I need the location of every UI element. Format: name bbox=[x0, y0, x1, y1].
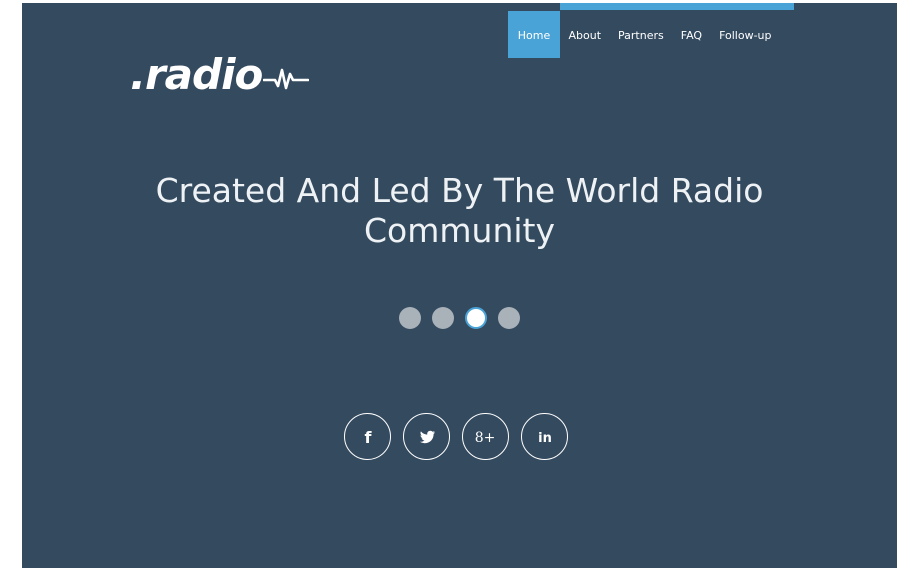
linkedin-link[interactable]: in bbox=[521, 413, 568, 460]
heartbeat-wave-icon bbox=[263, 68, 310, 90]
slider-dot-2[interactable] bbox=[432, 307, 454, 329]
slider-pagination bbox=[399, 307, 520, 329]
slider-dot-4[interactable] bbox=[498, 307, 520, 329]
social-links: f 8+ in bbox=[344, 413, 568, 460]
hero-headline-line1: Created And Led By The World Radio bbox=[155, 171, 764, 210]
nav-item-home[interactable]: Home bbox=[508, 11, 560, 58]
nav-item-partners[interactable]: Partners bbox=[610, 11, 673, 58]
svg-text:8+: 8+ bbox=[475, 430, 495, 446]
facebook-link[interactable]: f bbox=[344, 413, 391, 460]
slider-dot-3[interactable] bbox=[465, 307, 487, 329]
svg-text:in: in bbox=[538, 431, 552, 446]
google-plus-icon: 8+ bbox=[475, 430, 495, 446]
nav-item-faq[interactable]: FAQ bbox=[672, 11, 710, 58]
twitter-icon bbox=[419, 430, 435, 443]
page: .radio Home About Partners FAQ Follow-up… bbox=[22, 3, 897, 568]
svg-text:f: f bbox=[364, 428, 372, 447]
google-plus-link[interactable]: 8+ bbox=[462, 413, 509, 460]
linkedin-icon: in bbox=[538, 431, 552, 446]
nav-item-follow-up[interactable]: Follow-up bbox=[711, 11, 780, 58]
top-accent-bar bbox=[560, 3, 794, 10]
hero-headline: Created And Led By The World Radio Commu… bbox=[22, 171, 897, 251]
main-nav: Home About Partners FAQ Follow-up bbox=[508, 11, 780, 58]
facebook-icon: f bbox=[364, 428, 372, 447]
slider-dot-1[interactable] bbox=[399, 307, 421, 329]
hero-headline-line2: Community bbox=[364, 211, 555, 250]
nav-item-about[interactable]: About bbox=[560, 11, 610, 58]
twitter-link[interactable] bbox=[403, 413, 450, 460]
logo-text: .radio bbox=[130, 50, 263, 99]
site-logo[interactable]: .radio bbox=[130, 47, 310, 103]
